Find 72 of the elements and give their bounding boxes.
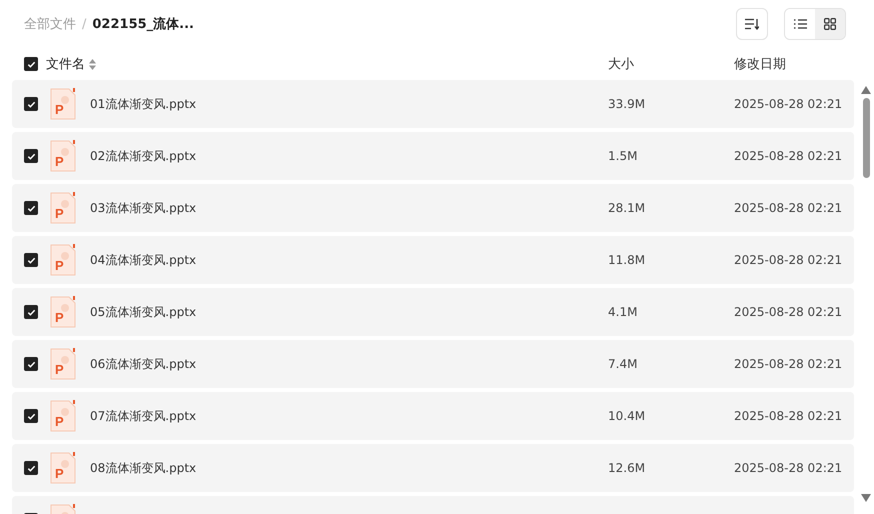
scrollbar-thumb[interactable] [862, 98, 870, 178]
list-icon [794, 19, 806, 29]
checkbox[interactable] [24, 305, 38, 319]
modified-date: 2025-08-28 02:21 [734, 149, 844, 163]
file-row[interactable]: P 02流体渐变风.pptx 1.5M 2025-08-28 02:21 [12, 132, 854, 180]
pptx-file-icon: P [50, 192, 76, 224]
breadcrumb-separator: / [82, 16, 86, 32]
modified-date: 2025-08-28 02:21 [734, 357, 844, 371]
file-size: 1.5M [608, 149, 638, 163]
file-name: 05流体渐变风.pptx [90, 304, 196, 320]
pptx-file-icon: P [50, 140, 76, 172]
file-size: 11.8M [608, 253, 646, 267]
breadcrumb-current: 022155_流体... [92, 16, 194, 33]
grid-icon [824, 18, 836, 30]
file-row[interactable]: P 03流体渐变风.pptx 28.1M 2025-08-28 02:21 [12, 184, 854, 232]
checkmark-icon [26, 152, 36, 160]
column-header[interactable]: 文件名 [46, 55, 85, 73]
file-name: 01流体渐变风.pptx [90, 96, 196, 112]
checkbox[interactable] [24, 149, 38, 163]
checkmark-icon [26, 308, 36, 316]
sort-arrows-icon[interactable] [89, 58, 96, 70]
file-size: 4.1M [608, 305, 638, 319]
checkbox[interactable] [24, 357, 38, 371]
pptx-file-icon: P [50, 348, 76, 380]
file-name: 06流体渐变风.pptx [90, 356, 196, 372]
checkmark-icon [26, 360, 36, 368]
pptx-file-icon: P [50, 88, 76, 120]
modified-date: 2025-08-28 02:21 [734, 201, 844, 215]
checkbox[interactable] [24, 57, 38, 71]
file-row[interactable]: P 06流体渐变风.pptx 7.4M 2025-08-28 02:21 [12, 340, 854, 388]
grid-view-button[interactable] [815, 9, 845, 39]
file-name: 02流体渐变风.pptx [90, 148, 196, 164]
checkmark-icon [26, 60, 36, 68]
scroll-down-icon[interactable] [861, 494, 871, 502]
pptx-file-icon: P [50, 244, 76, 276]
file-size: 12.6M [608, 461, 646, 475]
file-size: 33.9M [608, 97, 646, 111]
sort-icon [745, 18, 759, 30]
scroll-up-icon[interactable] [861, 86, 871, 94]
file-size: 7.4M [608, 357, 638, 371]
file-size: 10.4M [608, 409, 646, 423]
checkmark-icon [26, 256, 36, 264]
file-row[interactable]: P 05流体渐变风.pptx 4.1M 2025-08-28 02:21 [12, 288, 854, 336]
modified-date: 2025-08-28 02:21 [734, 253, 844, 267]
file-row[interactable]: P 04流体渐变风.pptx 11.8M 2025-08-28 02:21 [12, 236, 854, 284]
modified-date: 2025-08-28 02:21 [734, 305, 844, 319]
file-row[interactable]: P 08流体渐变风.pptx 12.6M 2025-08-28 02:21 [12, 444, 854, 492]
column-header: 大小 [608, 56, 635, 73]
file-name: 08流体渐变风.pptx [90, 460, 196, 476]
checkmark-icon [26, 464, 36, 472]
checkmark-icon [26, 204, 36, 212]
modified-date: 2025-08-28 02:21 [734, 461, 844, 475]
checkmark-icon [26, 100, 36, 108]
checkbox[interactable] [24, 97, 38, 111]
file-row[interactable]: P 01流体渐变风.pptx 33.9M 2025-08-28 02:21 [12, 80, 854, 128]
sort-button[interactable] [736, 8, 768, 40]
column-header: 修改日期 [734, 56, 787, 73]
file-name: 03流体渐变风.pptx [90, 200, 196, 216]
modified-date: 2025-08-28 02:21 [734, 409, 844, 423]
modified-date: 2025-08-28 02:21 [734, 97, 844, 111]
file-size: 28.1M [608, 201, 646, 215]
checkbox[interactable] [24, 253, 38, 267]
pptx-file-icon: P [50, 400, 76, 432]
file-name: 04流体渐变风.pptx [90, 252, 196, 268]
checkbox[interactable] [24, 409, 38, 423]
pptx-file-icon: P [50, 296, 76, 328]
file-name: 07流体渐变风.pptx [90, 408, 196, 424]
checkbox[interactable] [24, 461, 38, 475]
checkbox[interactable] [24, 201, 38, 215]
file-row[interactable]: P 07流体渐变风.pptx 10.4M 2025-08-28 02:21 [12, 392, 854, 440]
pptx-file-icon: P [50, 452, 76, 484]
checkmark-icon [26, 412, 36, 420]
